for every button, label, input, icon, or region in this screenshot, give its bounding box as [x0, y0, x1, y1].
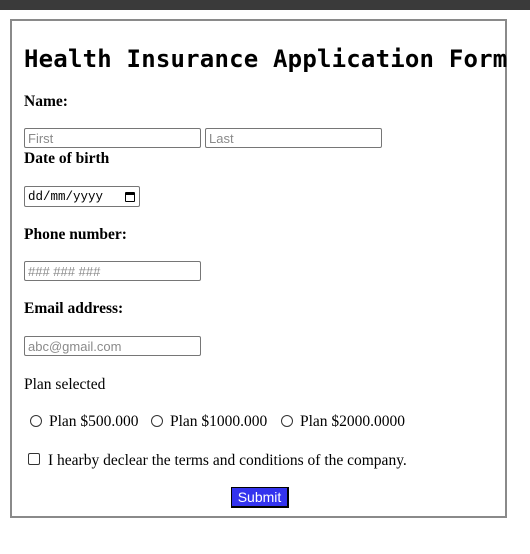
form-title: Health Insurance Application Form [24, 45, 508, 73]
declaration-label[interactable]: I hearby declear the terms and condition… [48, 452, 407, 470]
name-label: Name: [24, 93, 68, 110]
plan-1000-radio[interactable] [151, 415, 163, 427]
plan-2000-label[interactable]: Plan $2000.0000 [300, 413, 405, 431]
plan-2000-radio[interactable] [281, 415, 293, 427]
first-name-input[interactable] [24, 128, 201, 148]
plan-500-label[interactable]: Plan $500.000 [49, 413, 139, 431]
phone-label: Phone number: [24, 226, 127, 243]
dob-label: Date of birth [24, 150, 110, 167]
declaration-checkbox[interactable] [28, 453, 40, 465]
submit-button[interactable]: Submit [231, 487, 289, 508]
calendar-icon[interactable] [125, 191, 135, 202]
last-name-input[interactable] [205, 128, 382, 148]
plan-label: Plan selected [24, 376, 106, 393]
plan-500-radio[interactable] [30, 415, 42, 427]
dob-date-input[interactable]: dd/mm/yyyy [24, 186, 140, 207]
phone-input[interactable] [24, 261, 201, 281]
email-label: Email address: [24, 300, 124, 317]
browser-top-bar [0, 0, 530, 10]
dob-placeholder: dd/mm/yyyy [28, 189, 104, 204]
email-input[interactable] [24, 336, 201, 356]
plan-1000-label[interactable]: Plan $1000.000 [170, 413, 267, 431]
